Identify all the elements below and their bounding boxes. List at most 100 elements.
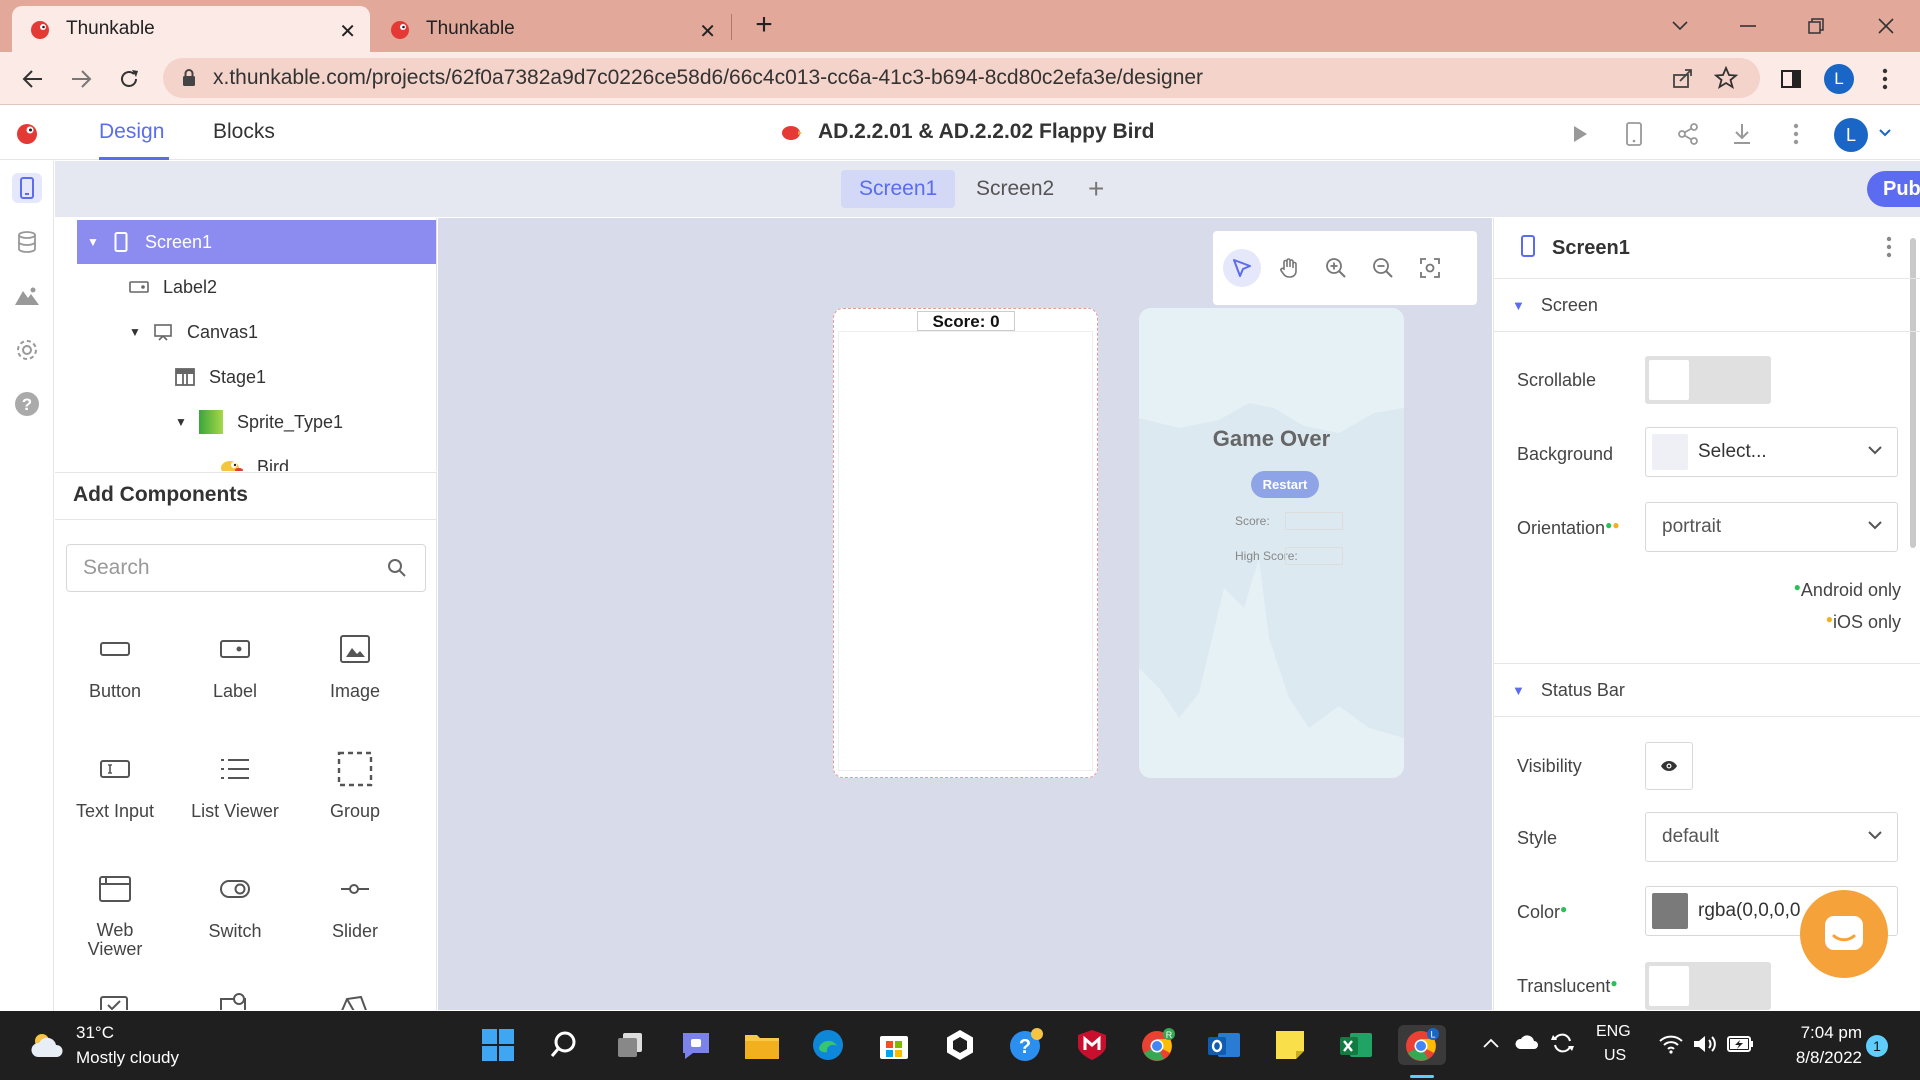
more-options-icon[interactable]: [1782, 120, 1810, 148]
map-pin-icon[interactable]: [219, 991, 251, 1010]
close-tab-icon[interactable]: ✕: [339, 19, 356, 44]
sync-icon[interactable]: [1550, 1031, 1576, 1055]
settings-gear-icon[interactable]: [12, 335, 42, 365]
live-test-device-icon[interactable]: [1620, 120, 1648, 148]
pan-hand-icon[interactable]: [1270, 249, 1308, 287]
search-icon[interactable]: [544, 1025, 584, 1065]
database-icon[interactable]: [12, 227, 42, 257]
minimize-icon[interactable]: [1728, 10, 1768, 42]
public-button[interactable]: Public: [1867, 171, 1920, 207]
browser-profile-avatar[interactable]: L: [1824, 64, 1854, 94]
browser-tab-thunkable-1[interactable]: Thunkable ✕: [12, 6, 370, 52]
collapse-triangle-icon[interactable]: ▼: [175, 415, 189, 429]
support-chat-button[interactable]: [1800, 890, 1888, 978]
component-button[interactable]: Button: [55, 629, 175, 702]
tree-item-canvas1[interactable]: ▼ Canvas1: [55, 310, 436, 354]
sticky-notes-icon[interactable]: [1270, 1025, 1310, 1065]
weather-temp[interactable]: 31°C: [76, 1023, 114, 1043]
checkbox-icon[interactable]: [99, 995, 129, 1010]
zoom-out-icon[interactable]: [1364, 249, 1402, 287]
screens-phone-icon[interactable]: [12, 173, 42, 203]
background-select[interactable]: Select...: [1645, 427, 1898, 477]
windows-start-icon[interactable]: [478, 1025, 518, 1065]
side-panel-icon[interactable]: [1776, 64, 1806, 94]
play-preview-icon[interactable]: [1566, 120, 1594, 148]
clock-date[interactable]: 8/8/2022: [1780, 1048, 1862, 1068]
close-tab-icon[interactable]: ✕: [699, 19, 716, 44]
score-text[interactable]: Score:: [1235, 514, 1270, 528]
wifi-icon[interactable]: [1658, 1033, 1684, 1055]
tab-screen1[interactable]: Screen1: [841, 170, 956, 208]
battery-charging-icon[interactable]: [1726, 1033, 1756, 1055]
tab-screen2[interactable]: Screen2: [958, 170, 1072, 208]
language-indicator[interactable]: ENG: [1596, 1023, 1631, 1041]
app-hexagon-icon[interactable]: [940, 1025, 980, 1065]
bookmark-star-icon[interactable]: [1714, 66, 1738, 90]
search-icon[interactable]: [387, 558, 407, 578]
region-indicator[interactable]: US: [1604, 1047, 1626, 1065]
restore-icon[interactable]: [1796, 10, 1836, 42]
notification-badge[interactable]: 1: [1866, 1035, 1888, 1057]
project-title[interactable]: AD.2.2.01 & AD.2.2.02 Flappy Bird: [818, 120, 1155, 144]
component-switch[interactable]: Switch: [175, 869, 295, 942]
download-icon[interactable]: [1728, 120, 1756, 148]
clock-time[interactable]: 7:04 pm: [1790, 1023, 1862, 1043]
browser-menu-icon[interactable]: [1870, 64, 1900, 94]
help-app-icon[interactable]: ?: [1006, 1025, 1046, 1065]
mcafee-shield-icon[interactable]: [1072, 1025, 1112, 1065]
back-arrow-icon[interactable]: [18, 64, 48, 94]
close-window-icon[interactable]: [1866, 10, 1906, 42]
onedrive-cloud-icon[interactable]: [1514, 1033, 1540, 1051]
share-icon[interactable]: [1674, 120, 1702, 148]
select-cursor-icon[interactable]: [1223, 249, 1261, 287]
component-list-viewer[interactable]: List Viewer: [175, 749, 295, 822]
scrollable-toggle[interactable]: [1645, 356, 1771, 404]
file-explorer-icon[interactable]: [742, 1025, 782, 1065]
edge-browser-icon[interactable]: [808, 1025, 848, 1065]
style-select[interactable]: default: [1645, 812, 1898, 862]
assets-mountain-icon[interactable]: [12, 281, 42, 311]
canvas1-preview[interactable]: [838, 331, 1093, 771]
restart-button[interactable]: Restart: [1251, 471, 1319, 498]
outlook-icon[interactable]: [1204, 1025, 1244, 1065]
address-bar[interactable]: x.thunkable.com/projects/62f0a7382a9d7c0…: [163, 58, 1760, 98]
component-slider[interactable]: Slider: [295, 869, 415, 942]
tree-item-bird[interactable]: Bird: [55, 445, 436, 471]
microsoft-store-icon[interactable]: [874, 1025, 914, 1065]
screen1-preview[interactable]: Score: 0: [833, 308, 1098, 778]
properties-menu-icon[interactable]: [1886, 236, 1892, 258]
tree-item-label2[interactable]: Label2: [55, 265, 436, 309]
add-screen-button[interactable]: +: [1088, 173, 1104, 205]
user-avatar[interactable]: L: [1834, 118, 1868, 152]
score-value-box[interactable]: [1285, 512, 1343, 530]
collapse-triangle-icon[interactable]: ▼: [87, 235, 101, 249]
section-status-bar[interactable]: ▼ Status Bar: [1494, 663, 1920, 717]
show-hidden-icons-chevron-up-icon[interactable]: [1482, 1037, 1500, 1049]
component-search-input[interactable]: [67, 545, 367, 591]
high-score-value-box[interactable]: [1285, 547, 1343, 565]
account-chevron-down-icon[interactable]: [1878, 128, 1892, 138]
collapse-triangle-icon[interactable]: ▼: [129, 325, 143, 339]
component-text-input[interactable]: Text Input: [55, 749, 175, 822]
tree-item-stage1[interactable]: Stage1: [55, 355, 436, 399]
chrome-active-icon[interactable]: L: [1398, 1025, 1446, 1065]
tab-design[interactable]: Design: [99, 120, 164, 144]
section-screen[interactable]: ▼ Screen: [1494, 278, 1920, 332]
orientation-select[interactable]: portrait: [1645, 502, 1898, 552]
score-label[interactable]: Score: 0: [917, 311, 1015, 331]
reload-icon[interactable]: [114, 64, 144, 94]
visibility-toggle[interactable]: [1645, 742, 1693, 790]
cloud-weather-icon[interactable]: [28, 1031, 68, 1059]
component-web-viewer[interactable]: Web Viewer: [55, 869, 175, 959]
task-view-icon[interactable]: [610, 1025, 650, 1065]
component-label[interactable]: Label: [175, 629, 295, 702]
vehicle-icon[interactable]: [337, 993, 369, 1010]
component-group[interactable]: Group: [295, 749, 415, 822]
new-tab-icon[interactable]: +: [748, 10, 780, 42]
excel-icon[interactable]: [1336, 1025, 1376, 1065]
screen2-preview[interactable]: Game Over Restart Score: High Score:: [1139, 308, 1404, 778]
design-canvas[interactable]: Score: 0 Game Over Restart Score: High S…: [438, 218, 1492, 1010]
browser-tab-thunkable-2[interactable]: Thunkable ✕: [372, 6, 730, 52]
tab-search-icon[interactable]: [1660, 10, 1700, 42]
chrome-icon[interactable]: R: [1138, 1025, 1178, 1065]
